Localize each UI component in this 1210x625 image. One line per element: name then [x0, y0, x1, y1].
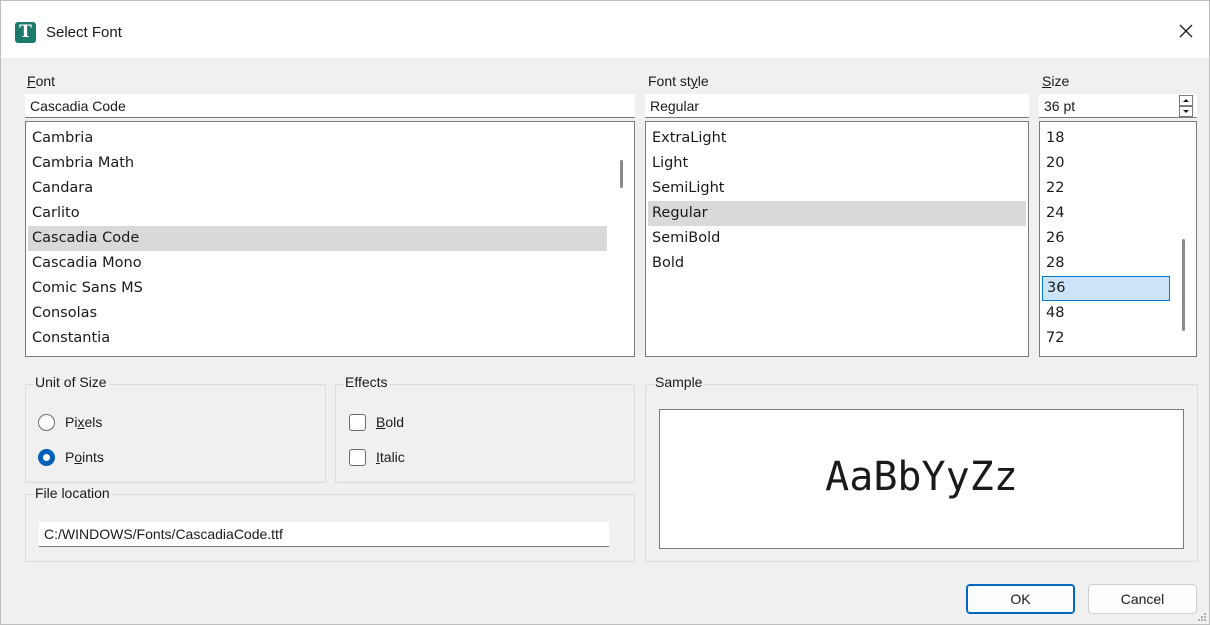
size-list-item[interactable]: 48 [1042, 301, 1170, 326]
size-list-item[interactable]: 20 [1042, 151, 1170, 176]
size-list-scrollbar-thumb[interactable] [1182, 239, 1185, 331]
close-icon [1179, 24, 1193, 38]
style-list-item[interactable]: Bold [648, 251, 1026, 276]
italic-checkbox[interactable] [349, 449, 366, 466]
pixels-radio-label[interactable]: Pixels [65, 414, 102, 430]
close-button[interactable] [1163, 13, 1209, 49]
font-list-scrollbar-thumb[interactable] [620, 160, 623, 188]
points-radio[interactable] [38, 449, 55, 466]
pixels-radio[interactable] [38, 414, 55, 431]
points-radio-label[interactable]: Points [65, 449, 104, 465]
font-style-label: Font style [648, 73, 709, 89]
size-list-item[interactable]: 22 [1042, 176, 1170, 201]
effects-title: Effects [343, 374, 390, 390]
font-list-item-selected[interactable]: Cascadia Code [28, 226, 607, 251]
font-list-item[interactable]: Constantia [28, 326, 607, 351]
cancel-button[interactable]: Cancel [1088, 584, 1197, 614]
font-list-item[interactable]: Candara [28, 176, 607, 201]
title-bar[interactable]: T Select Font [1, 1, 1209, 58]
font-style-list[interactable]: ExtraLight Light SemiLight Regular SemiB… [645, 121, 1029, 357]
style-list-item[interactable]: SemiBold [648, 226, 1026, 251]
size-list-item[interactable]: 28 [1042, 251, 1170, 276]
file-location-title: File location [33, 485, 112, 501]
font-list-item[interactable]: Cambria [28, 126, 607, 151]
resize-grip-icon[interactable] [1197, 612, 1207, 622]
font-list-item[interactable]: Comic Sans MS [28, 276, 607, 301]
style-list-item-selected[interactable]: Regular [648, 201, 1026, 226]
sample-text: AaBbYyZz [825, 454, 1018, 500]
font-list-item[interactable]: Carlito [28, 201, 607, 226]
ok-button[interactable]: OK [966, 584, 1075, 614]
size-list-item[interactable]: 26 [1042, 226, 1170, 251]
size-label: Size [1042, 73, 1070, 89]
unit-of-size-title: Unit of Size [33, 374, 109, 390]
size-input[interactable]: 36 pt [1039, 94, 1197, 118]
effects-group [335, 384, 635, 483]
size-list-item[interactable]: 24 [1042, 201, 1170, 226]
style-list-item[interactable]: ExtraLight [648, 126, 1026, 151]
select-font-dialog: T Select Font Font Cascadia Code Cambria… [0, 0, 1210, 625]
italic-checkbox-label[interactable]: Italic [376, 449, 405, 465]
font-style-input[interactable]: Regular [645, 94, 1029, 118]
file-location-field[interactable]: C:/WINDOWS/Fonts/CascadiaCode.ttf [39, 522, 609, 547]
font-list-item[interactable]: Consolas [28, 301, 607, 326]
style-list-item[interactable]: Light [648, 151, 1026, 176]
size-list-item-selected[interactable]: 36 [1042, 276, 1170, 301]
sample-title: Sample [653, 374, 705, 390]
size-list-item[interactable]: 72 [1042, 326, 1170, 351]
font-list-item[interactable]: Cascadia Mono [28, 251, 607, 276]
size-list[interactable]: 18 20 22 24 26 28 36 48 72 [1039, 121, 1197, 357]
font-name-input[interactable]: Cascadia Code [25, 94, 635, 118]
size-list-item[interactable]: 18 [1042, 126, 1170, 151]
bold-checkbox[interactable] [349, 414, 366, 431]
window-title: Select Font [46, 24, 122, 41]
spin-up-icon[interactable] [1179, 95, 1193, 106]
sample-preview: AaBbYyZz [659, 409, 1184, 549]
style-list-item[interactable]: SemiLight [648, 176, 1026, 201]
size-spinner[interactable] [1179, 95, 1193, 117]
app-icon: T [15, 22, 36, 43]
bold-checkbox-label[interactable]: Bold [376, 414, 404, 430]
unit-of-size-group [25, 384, 326, 483]
font-label: Font [27, 73, 56, 89]
spin-down-icon[interactable] [1179, 106, 1193, 117]
font-list[interactable]: Cambria Cambria Math Candara Carlito Cas… [25, 121, 635, 357]
font-list-item[interactable]: Cambria Math [28, 151, 607, 176]
